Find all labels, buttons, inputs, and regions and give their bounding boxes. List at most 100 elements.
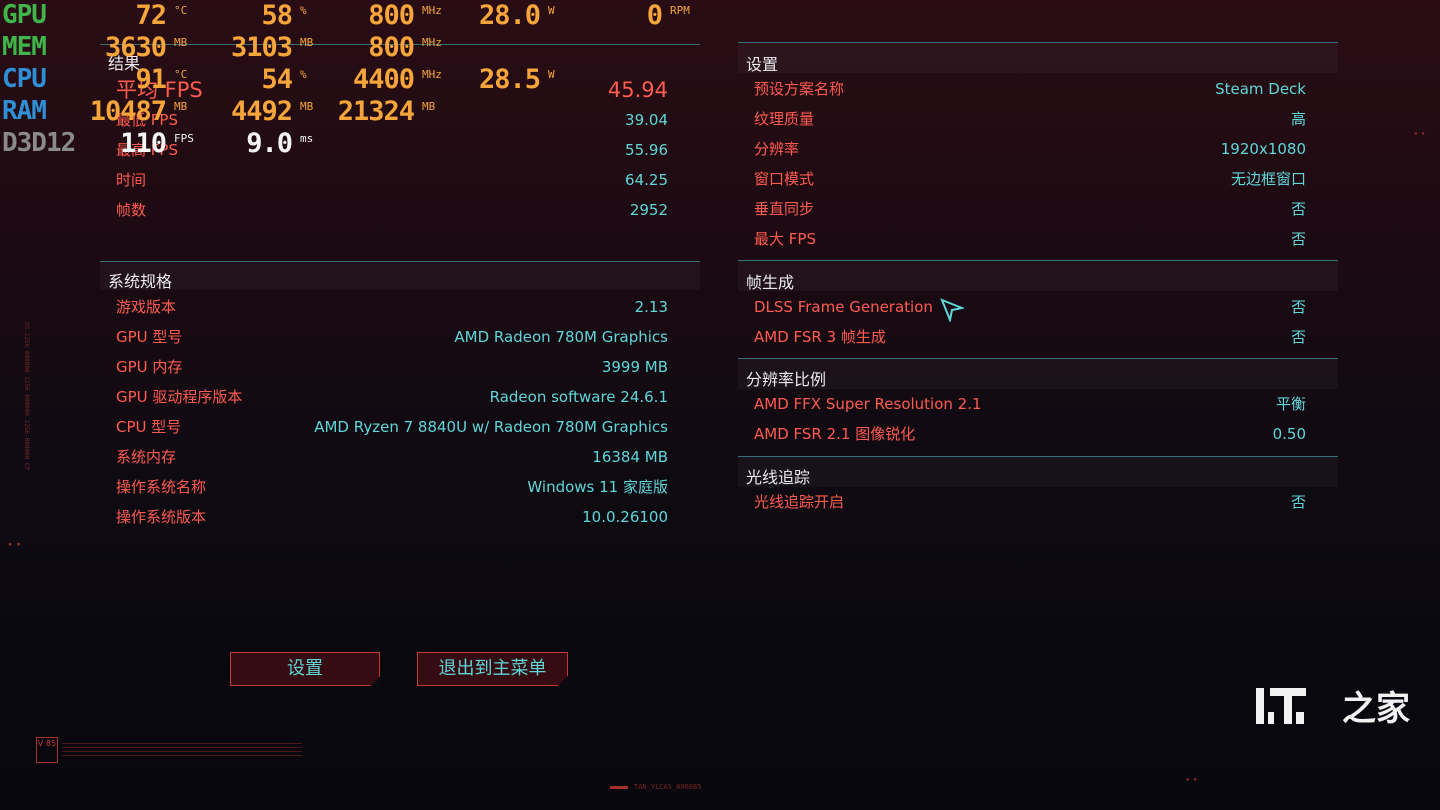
side-vertical-code: OS 1256 000000 1256 000000 1256 000000 C…: [23, 322, 30, 471]
spec-row-game-version: 游戏版本 2.13: [116, 292, 668, 322]
setting-row-max-fps: 最大 FPS 否: [754, 224, 1306, 254]
deco-mark-bottom: ▪ ▪: [1186, 776, 1197, 783]
osd-value-d3d-0: 110: [120, 128, 167, 159]
raytracing-title: 光线追踪: [746, 468, 811, 487]
osd-label-gpu: GPU: [2, 0, 47, 30]
spec-label: 系统内存: [116, 448, 177, 466]
setting-value: 平衡: [1275, 395, 1306, 413]
spec-row-gpu-model: GPU 型号 AMD Radeon 780M Graphics: [116, 322, 668, 352]
osd-value-cpu-1: 54: [261, 64, 293, 95]
setting-value: 否: [1290, 493, 1306, 511]
raytracing-header-bg: [738, 457, 1338, 487]
spec-label: CPU 型号: [116, 418, 182, 436]
spec-label: 游戏版本: [116, 298, 177, 316]
setting-row-window-mode: 窗口模式 无边框窗口: [754, 164, 1306, 194]
framegen-title: 帧生成: [746, 273, 795, 292]
deco-mark: ▪ ▪: [8, 540, 21, 548]
spec-value: AMD Ryzen 7 8840U w/ Radeon 780M Graphic…: [314, 418, 668, 436]
setting-row-fsr-sharpen: AMD FSR 2.1 图像锐化 0.50: [754, 419, 1306, 449]
osd-value-cpu-2: 4400: [352, 64, 415, 95]
osd-value-ram-0: 10487: [89, 96, 167, 127]
osd-value-gpu-3: 28.0: [478, 0, 541, 31]
setting-value: 1920x1080: [1220, 140, 1306, 158]
osd-value-cpu-0: 91: [135, 64, 167, 95]
mouse-cursor-icon: [940, 298, 964, 322]
footer-code-bar: [610, 785, 628, 789]
settings-title: 设置: [746, 55, 779, 74]
exit-to-main-menu-button[interactable]: 退出到主菜单: [417, 652, 568, 686]
osd-label-ram: RAM: [2, 96, 47, 126]
setting-row-fsr21: AMD FFX Super Resolution 2.1 平衡: [754, 389, 1306, 419]
footer-code-text: TAN_YLCAS_000085: [634, 783, 702, 791]
result-value: 45.94: [607, 78, 668, 102]
spec-label: GPU 内存: [116, 358, 183, 376]
setting-label: 分辨率: [754, 140, 800, 158]
osd-value-gpu-4: 0: [646, 0, 663, 31]
spec-value: 10.0.26100: [582, 508, 668, 526]
setting-row-rt-enabled: 光线追踪开启 否: [754, 487, 1306, 517]
setting-row-texture: 纹理质量 高: [754, 104, 1306, 134]
setting-label: 最大 FPS: [754, 230, 816, 248]
osd-unit-gpu-4: RPM: [670, 4, 690, 17]
setting-value: 高: [1290, 110, 1306, 128]
fine-print-block: [62, 740, 302, 756]
result-label: 时间: [116, 171, 147, 189]
spec-value: AMD Radeon 780M Graphics: [454, 328, 668, 346]
spec-row-os-name: 操作系统名称 Windows 11 家庭版: [116, 472, 668, 502]
result-label: 帧数: [116, 201, 147, 219]
setting-value: 无边框窗口: [1230, 170, 1306, 188]
result-row-time: 时间 64.25: [116, 165, 668, 195]
spec-row-os-version: 操作系统版本 10.0.26100: [116, 502, 668, 532]
settings-button[interactable]: 设置: [230, 652, 380, 686]
spec-value: Windows 11 家庭版: [527, 478, 668, 496]
setting-label: 窗口模式: [754, 170, 815, 188]
osd-value-ram-2: 21324: [337, 96, 415, 127]
footer-code: TAN_YLCAS_000085: [610, 783, 701, 791]
scaling-header-bg: [738, 359, 1338, 389]
osd-value-gpu-1: 58: [261, 0, 293, 31]
setting-value: 否: [1290, 200, 1306, 218]
system-header-bg: [100, 262, 700, 290]
spec-label: GPU 型号: [116, 328, 183, 346]
osd-value-ram-1: 4492: [230, 96, 293, 127]
setting-label: AMD FSR 2.1 图像锐化: [754, 425, 916, 443]
osd-value-gpu-2: 800: [368, 0, 415, 31]
osd-value-mem-0: 3630: [104, 32, 167, 63]
spec-value: 3999 MB: [601, 358, 668, 376]
osd-value-mem-2: 800: [368, 32, 415, 63]
svg-text:之家: 之家: [1342, 689, 1410, 726]
settings-header-bg: [738, 43, 1338, 73]
system-title: 系统规格: [108, 272, 173, 291]
result-value: 2952: [629, 201, 668, 219]
setting-value: Steam Deck: [1215, 80, 1306, 98]
osd-unit-ram-2: MB: [422, 100, 436, 113]
setting-label: AMD FSR 3 帧生成: [754, 328, 886, 346]
framegen-header-bg: [738, 261, 1338, 291]
version-badge: V 85: [36, 737, 58, 763]
spec-value: 2.13: [634, 298, 668, 316]
spec-value: 16384 MB: [592, 448, 668, 466]
result-value: 39.04: [625, 111, 668, 129]
setting-value: 0.50: [1272, 425, 1306, 443]
setting-value: 否: [1290, 298, 1306, 316]
setting-label: AMD FFX Super Resolution 2.1: [754, 395, 982, 413]
setting-value: 否: [1290, 328, 1306, 346]
setting-label: 预设方案名称: [754, 80, 845, 98]
osd-value-gpu-0: 72: [135, 0, 167, 31]
spec-row-system-memory: 系统内存 16384 MB: [116, 442, 668, 472]
setting-value: 否: [1290, 230, 1306, 248]
setting-row-dlss-fg: DLSS Frame Generation 否: [754, 292, 1306, 322]
osd-unit-mem-2: MHz: [422, 36, 442, 49]
setting-label: 光线追踪开启: [754, 493, 845, 511]
deco-mark-right: ▪ ▪: [1414, 130, 1425, 137]
setting-label: DLSS Frame Generation: [754, 298, 933, 316]
osd-value-mem-1: 3103: [230, 32, 293, 63]
spec-label: GPU 驱动程序版本: [116, 388, 243, 406]
spec-row-gpu-driver: GPU 驱动程序版本 Radeon software 24.6.1: [116, 382, 668, 412]
setting-label: 纹理质量: [754, 110, 815, 128]
osd-unit-d3d-1: ms: [300, 132, 314, 145]
setting-row-fsr3-fg: AMD FSR 3 帧生成 否: [754, 322, 1306, 352]
setting-row-vsync: 垂直同步 否: [754, 194, 1306, 224]
osd-label-mem: MEM: [2, 32, 47, 62]
spec-label: 操作系统名称: [116, 478, 207, 496]
